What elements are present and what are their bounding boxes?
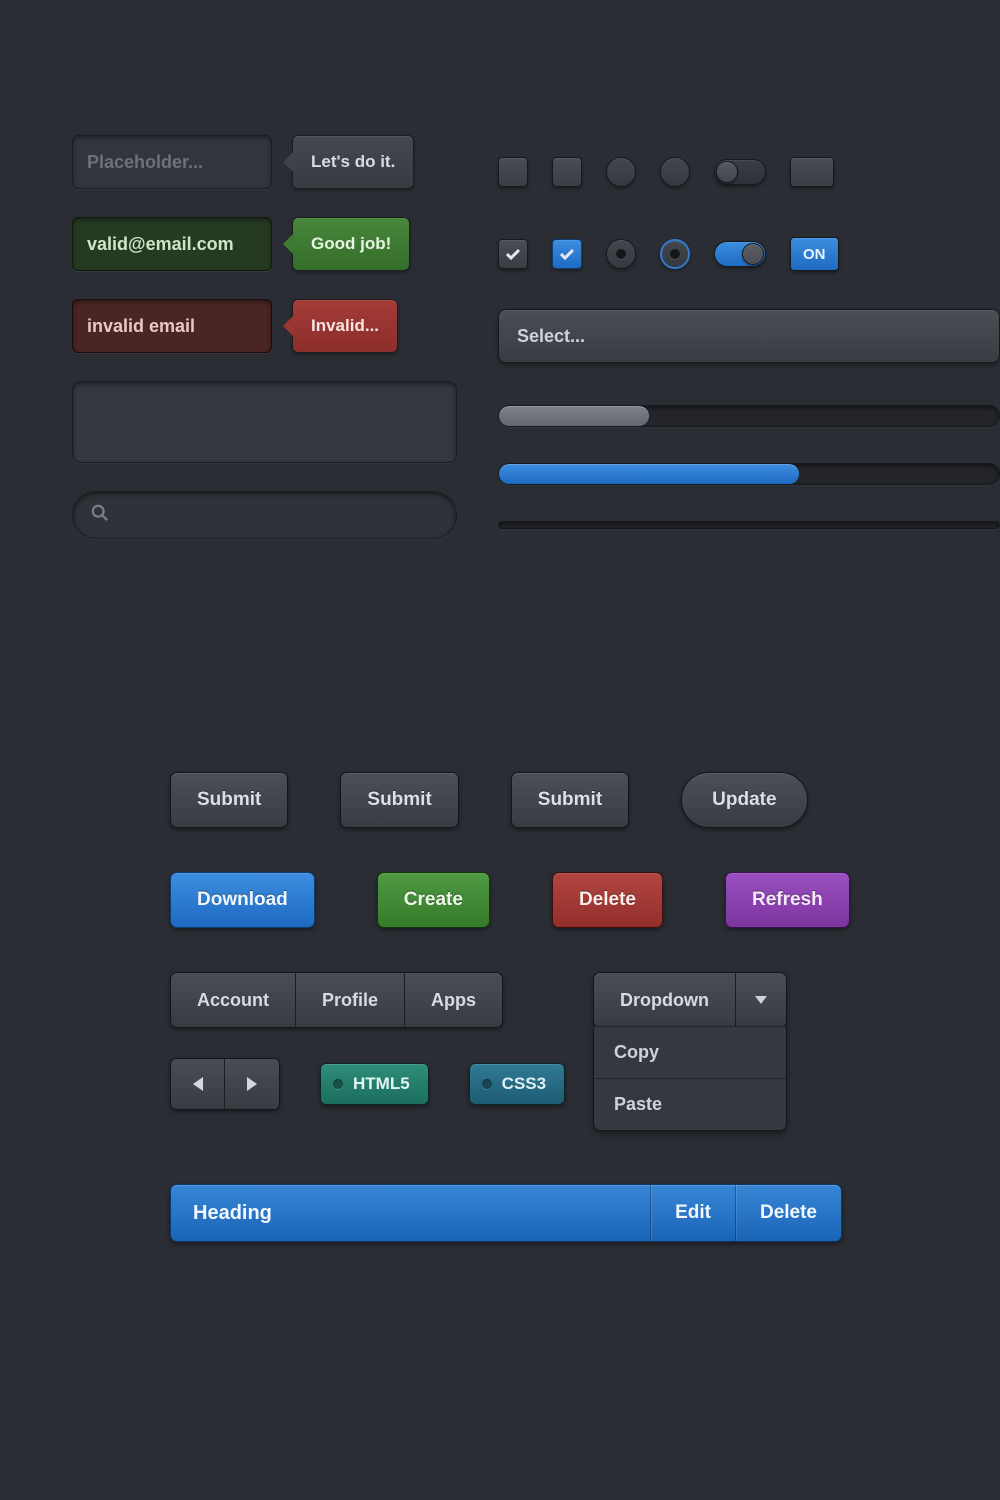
radio-unchecked-2[interactable] [660,157,690,187]
progress-bar-blue [498,463,1000,485]
refresh-button[interactable]: Refresh [725,872,850,928]
tooltip-invalid: Invalid... [292,299,398,353]
update-button[interactable]: Update [681,772,807,828]
dropdown-item-copy[interactable]: Copy [594,1026,786,1078]
delete-button[interactable]: Delete [552,872,663,928]
dropdown-label: Dropdown [594,973,736,1027]
search-icon [91,504,109,527]
select-dropdown[interactable]: Select... [498,309,1000,363]
toggle-on[interactable] [714,241,766,267]
submit-button-1[interactable]: Submit [170,772,288,828]
heading-bar: Heading Edit Delete [170,1184,842,1242]
tag-html5[interactable]: HTML5 [320,1063,429,1105]
heading-delete-button[interactable]: Delete [735,1185,841,1241]
prev-button[interactable] [171,1059,225,1109]
tag-css3-label: CSS3 [502,1074,546,1094]
radio-checked-blue[interactable] [660,239,690,269]
progress-bar-grey [498,405,1000,427]
checkbox-unchecked-1[interactable] [498,157,528,187]
next-button[interactable] [225,1059,279,1109]
submit-button-3[interactable]: Submit [511,772,629,828]
text-input-default[interactable] [72,135,272,189]
tooltip-valid: Good job! [292,217,410,271]
dropdown-menu: Copy Paste [593,1026,787,1131]
submit-button-2[interactable]: Submit [340,772,458,828]
square-control[interactable] [790,157,834,187]
checkbox-unchecked-2[interactable] [552,157,582,187]
textarea[interactable] [72,381,457,463]
heading-edit-button[interactable]: Edit [650,1185,735,1241]
text-input-invalid[interactable] [72,299,272,353]
tag-dot-icon [333,1079,343,1089]
download-button[interactable]: Download [170,872,315,928]
on-button[interactable]: ON [790,237,839,271]
toggle-off[interactable] [714,159,766,185]
dropdown-item-paste[interactable]: Paste [594,1078,786,1130]
segment-profile[interactable]: Profile [296,973,405,1027]
tag-css3[interactable]: CSS3 [469,1063,565,1105]
checkbox-checked-grey[interactable] [498,239,528,269]
tag-html5-label: HTML5 [353,1074,410,1094]
text-input-valid[interactable] [72,217,272,271]
radio-checked-grey[interactable] [606,239,636,269]
heading-title: Heading [171,1202,650,1225]
radio-unchecked-1[interactable] [606,157,636,187]
tooltip-default: Let's do it. [292,135,414,189]
search-input[interactable] [72,491,457,539]
segment-account[interactable]: Account [171,973,296,1027]
create-button[interactable]: Create [377,872,490,928]
dropdown-button[interactable]: Dropdown [593,972,787,1028]
tag-dot-icon [482,1079,492,1089]
chevron-down-icon [736,973,786,1027]
segmented-control: Account Profile Apps [170,972,503,1028]
segment-apps[interactable]: Apps [405,973,502,1027]
checkbox-checked-blue[interactable] [552,239,582,269]
progress-bar-thin [498,521,1000,529]
nav-arrows [170,1058,280,1110]
